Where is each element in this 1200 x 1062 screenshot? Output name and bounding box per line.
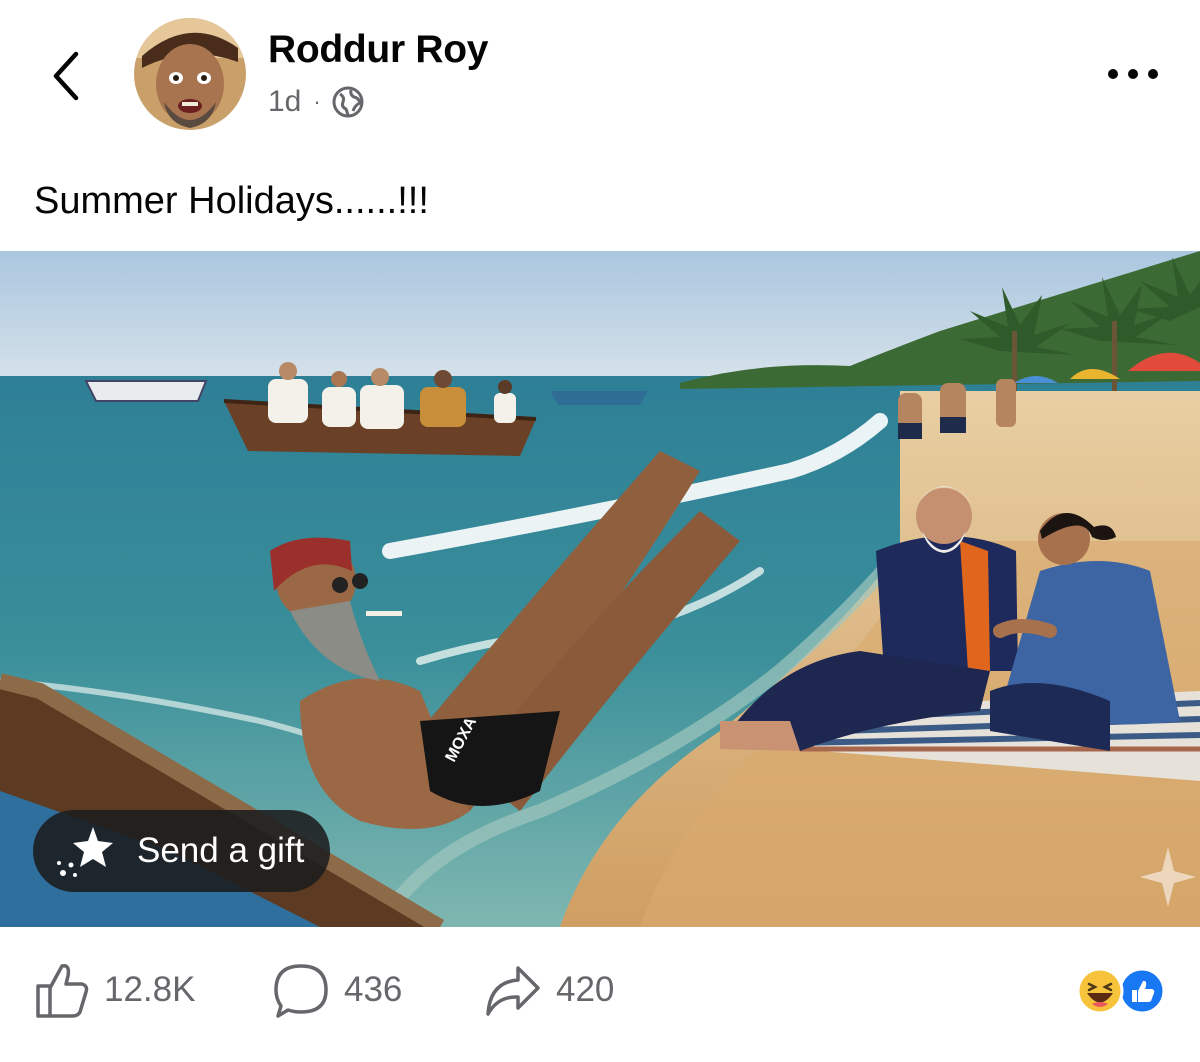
comment-bubble-icon	[274, 964, 328, 1018]
avatar-image	[134, 18, 246, 130]
author-name[interactable]: Roddur Roy	[268, 28, 488, 72]
send-gift-label: Send a gift	[137, 831, 305, 870]
share-button[interactable]: 420	[484, 950, 614, 1030]
more-dots-icon	[1108, 69, 1158, 79]
post-action-bar: 12.8K 436 420	[0, 950, 1200, 1030]
like-count: 12.8K	[104, 970, 196, 1009]
back-button[interactable]	[40, 44, 96, 108]
post-meta: 1d ·	[268, 82, 365, 122]
comment-count: 436	[344, 970, 403, 1009]
haha-icon	[1076, 967, 1124, 1015]
thumbs-up-icon	[36, 963, 89, 1018]
gift-sparkle-icon	[57, 827, 113, 877]
more-options-button[interactable]	[1100, 56, 1166, 92]
like-icon	[1118, 967, 1166, 1015]
author-avatar[interactable]	[134, 18, 246, 130]
share-count: 420	[556, 970, 615, 1009]
like-button[interactable]: 12.8K	[34, 950, 195, 1030]
globe-icon	[332, 86, 364, 118]
send-gift-button[interactable]: Send a gift	[33, 810, 330, 892]
post-time[interactable]: 1d	[268, 85, 301, 119]
chevron-left-icon	[53, 51, 79, 101]
comment-button[interactable]: 436	[272, 950, 402, 1030]
post-caption: Summer Holidays......!!!	[34, 180, 429, 222]
post-header: Roddur Roy 1d ·	[0, 0, 1200, 150]
share-arrow-icon	[486, 966, 540, 1016]
reaction-summary[interactable]	[1076, 966, 1168, 1016]
meta-separator: ·	[313, 89, 321, 114]
